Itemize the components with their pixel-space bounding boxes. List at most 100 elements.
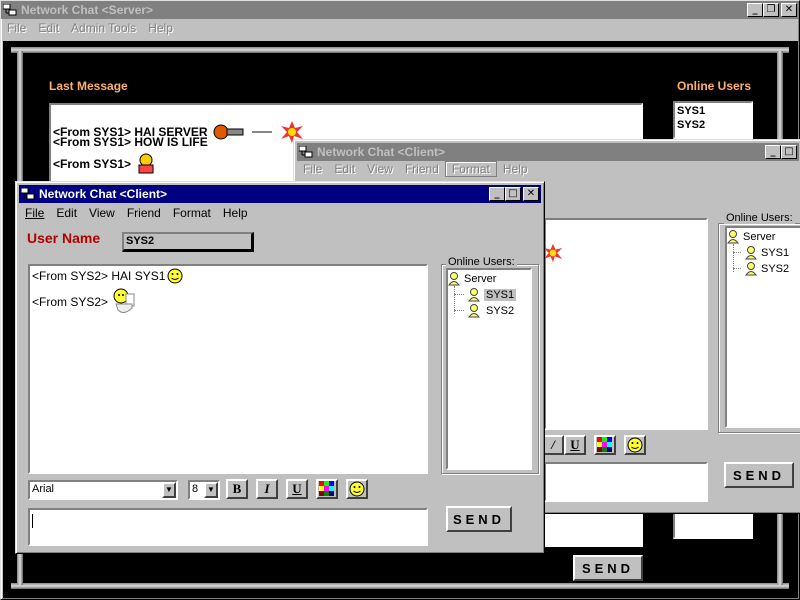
font-size-select[interactable]: 8 ▼ — [188, 480, 220, 500]
server-titlebar[interactable]: Network Chat <Server> _ ❐ ✕ — [1, 1, 799, 19]
italic-button[interactable]: / — [542, 435, 564, 455]
server-user-1[interactable]: SYS1 — [677, 105, 705, 117]
tree-root-server[interactable]: Server — [448, 272, 496, 286]
menu-help[interactable]: Help — [497, 162, 534, 176]
client-back-message-area[interactable] — [544, 218, 708, 430]
explosion-icon — [543, 243, 563, 263]
frame-rod-bottom — [11, 583, 789, 589]
client-front-window: Network Chat <Client> _ □ ✕ File Edit Vi… — [15, 181, 545, 554]
person-icon — [727, 230, 739, 244]
menu-help[interactable]: Help — [142, 21, 179, 35]
color-palette-icon — [319, 481, 334, 496]
restore-button[interactable]: ❐ — [763, 3, 779, 17]
menu-help[interactable]: Help — [217, 206, 254, 220]
client-front-menubar: File Edit View Friend Format Help — [19, 204, 541, 222]
italic-button[interactable]: I — [256, 479, 278, 499]
tree-user-sys2[interactable]: SYS2 — [468, 304, 516, 318]
server-input-field[interactable] — [541, 511, 643, 547]
chevron-down-icon[interactable]: ▼ — [162, 482, 176, 498]
server-online-users-label: Online Users — [677, 79, 752, 93]
server-side-box — [673, 511, 753, 539]
client-back-input-field[interactable] — [544, 462, 708, 502]
tree-user-sys1[interactable]: SYS1 — [745, 246, 789, 260]
menu-view[interactable]: View — [83, 206, 121, 220]
minimize-button[interactable]: _ — [489, 187, 505, 201]
menu-edit[interactable]: Edit — [32, 21, 65, 35]
close-button[interactable]: ✕ — [523, 187, 539, 201]
user-name-value: SYS2 — [126, 235, 155, 247]
person-icon — [448, 272, 460, 286]
client-back-menubar: File Edit View Friend Format Help — [297, 160, 799, 178]
client-back-titlebar[interactable]: Network Chat <Client> _ □ — [297, 143, 799, 161]
chevron-down-icon[interactable]: ▼ — [204, 482, 218, 498]
person-icon — [468, 288, 480, 302]
smiley-icon — [627, 437, 643, 453]
client-back-user-tree[interactable]: Server SYS1 SYS2 — [725, 226, 800, 428]
server-msg-2: <From SYS1> HOW IS LIFE — [53, 135, 208, 149]
menu-format[interactable]: Format — [167, 206, 217, 220]
menu-admin-tools[interactable]: Admin Tools — [65, 21, 142, 35]
underline-button[interactable]: U — [564, 435, 586, 455]
server-msg-3: <From SYS1> — [53, 157, 132, 171]
client-front-online-users-label: Online Users: — [446, 256, 517, 268]
font-size-value: 8 — [192, 483, 199, 495]
ghost-emoticon-icon — [138, 153, 154, 174]
close-button[interactable]: ✕ — [781, 3, 797, 17]
client-back-send-button[interactable]: SEND — [724, 462, 794, 488]
client-front-message-area[interactable]: <From SYS2> HAI SYS1 <From SYS2> — [28, 264, 428, 474]
font-select-value: Arial — [32, 483, 55, 495]
menu-view[interactable]: View — [361, 162, 399, 176]
maximize-button[interactable]: □ — [781, 145, 797, 159]
tree-root-server[interactable]: Server — [727, 230, 775, 244]
menu-edit[interactable]: Edit — [50, 206, 83, 220]
network-app-icon — [299, 146, 313, 158]
smiley-icon — [349, 481, 365, 497]
emoticon-button[interactable] — [624, 435, 646, 455]
network-app-icon — [21, 188, 35, 200]
client-back-online-users-label: Online Users: — [724, 212, 795, 224]
person-icon — [745, 262, 757, 276]
text-cursor — [32, 514, 33, 528]
last-message-label: Last Message — [49, 79, 128, 93]
client-msg-2: <From SYS2> — [32, 295, 109, 309]
underline-button[interactable]: U — [286, 479, 308, 499]
toilet-emoticon-icon — [113, 288, 135, 314]
color-palette-button[interactable] — [316, 479, 338, 499]
server-online-users-list[interactable]: SYS1 SYS2 — [673, 101, 753, 139]
tree-user-sys2[interactable]: SYS2 — [745, 262, 789, 276]
maximize-button[interactable]: □ — [505, 187, 521, 201]
key-emoticon-icon — [213, 124, 272, 140]
menu-file[interactable]: File — [19, 206, 50, 220]
user-name-label: User Name — [27, 230, 101, 246]
client-front-titlebar[interactable]: Network Chat <Client> _ □ ✕ — [19, 185, 541, 203]
menu-edit[interactable]: Edit — [328, 162, 361, 176]
client-front-input-field[interactable] — [28, 508, 428, 546]
client-msg-1: <From SYS2> HAI SYS1 — [32, 269, 166, 283]
server-user-2[interactable]: SYS2 — [677, 119, 705, 131]
smiley-icon — [167, 268, 183, 284]
font-select[interactable]: Arial ▼ — [28, 480, 178, 500]
minimize-button[interactable]: _ — [765, 145, 781, 159]
minimize-button[interactable]: _ — [747, 3, 763, 17]
user-name-field: SYS2 — [122, 232, 254, 252]
bold-button[interactable]: B — [226, 479, 248, 499]
network-app-icon — [3, 4, 17, 16]
server-send-button[interactable]: SEND — [573, 555, 643, 581]
color-palette-button[interactable] — [594, 435, 616, 455]
person-icon — [468, 304, 480, 318]
server-menubar: File Edit Admin Tools Help — [1, 19, 796, 37]
menu-file[interactable]: File — [297, 162, 328, 176]
menu-file[interactable]: File — [1, 21, 32, 35]
color-palette-icon — [597, 437, 612, 452]
client-front-user-tree[interactable]: Server SYS1 SYS2 — [446, 268, 532, 470]
menu-format[interactable]: Format — [444, 161, 497, 177]
client-front-send-button[interactable]: SEND — [446, 506, 512, 532]
tree-user-sys1[interactable]: SYS1 — [468, 288, 517, 302]
client-front-title: Network Chat <Client> — [39, 187, 168, 201]
emoticon-button[interactable] — [346, 479, 368, 499]
menu-friend[interactable]: Friend — [121, 206, 167, 220]
server-title: Network Chat <Server> — [21, 3, 154, 17]
client-back-title: Network Chat <Client> — [317, 145, 446, 159]
frame-rod-top — [11, 47, 789, 53]
menu-friend[interactable]: Friend — [399, 162, 445, 176]
